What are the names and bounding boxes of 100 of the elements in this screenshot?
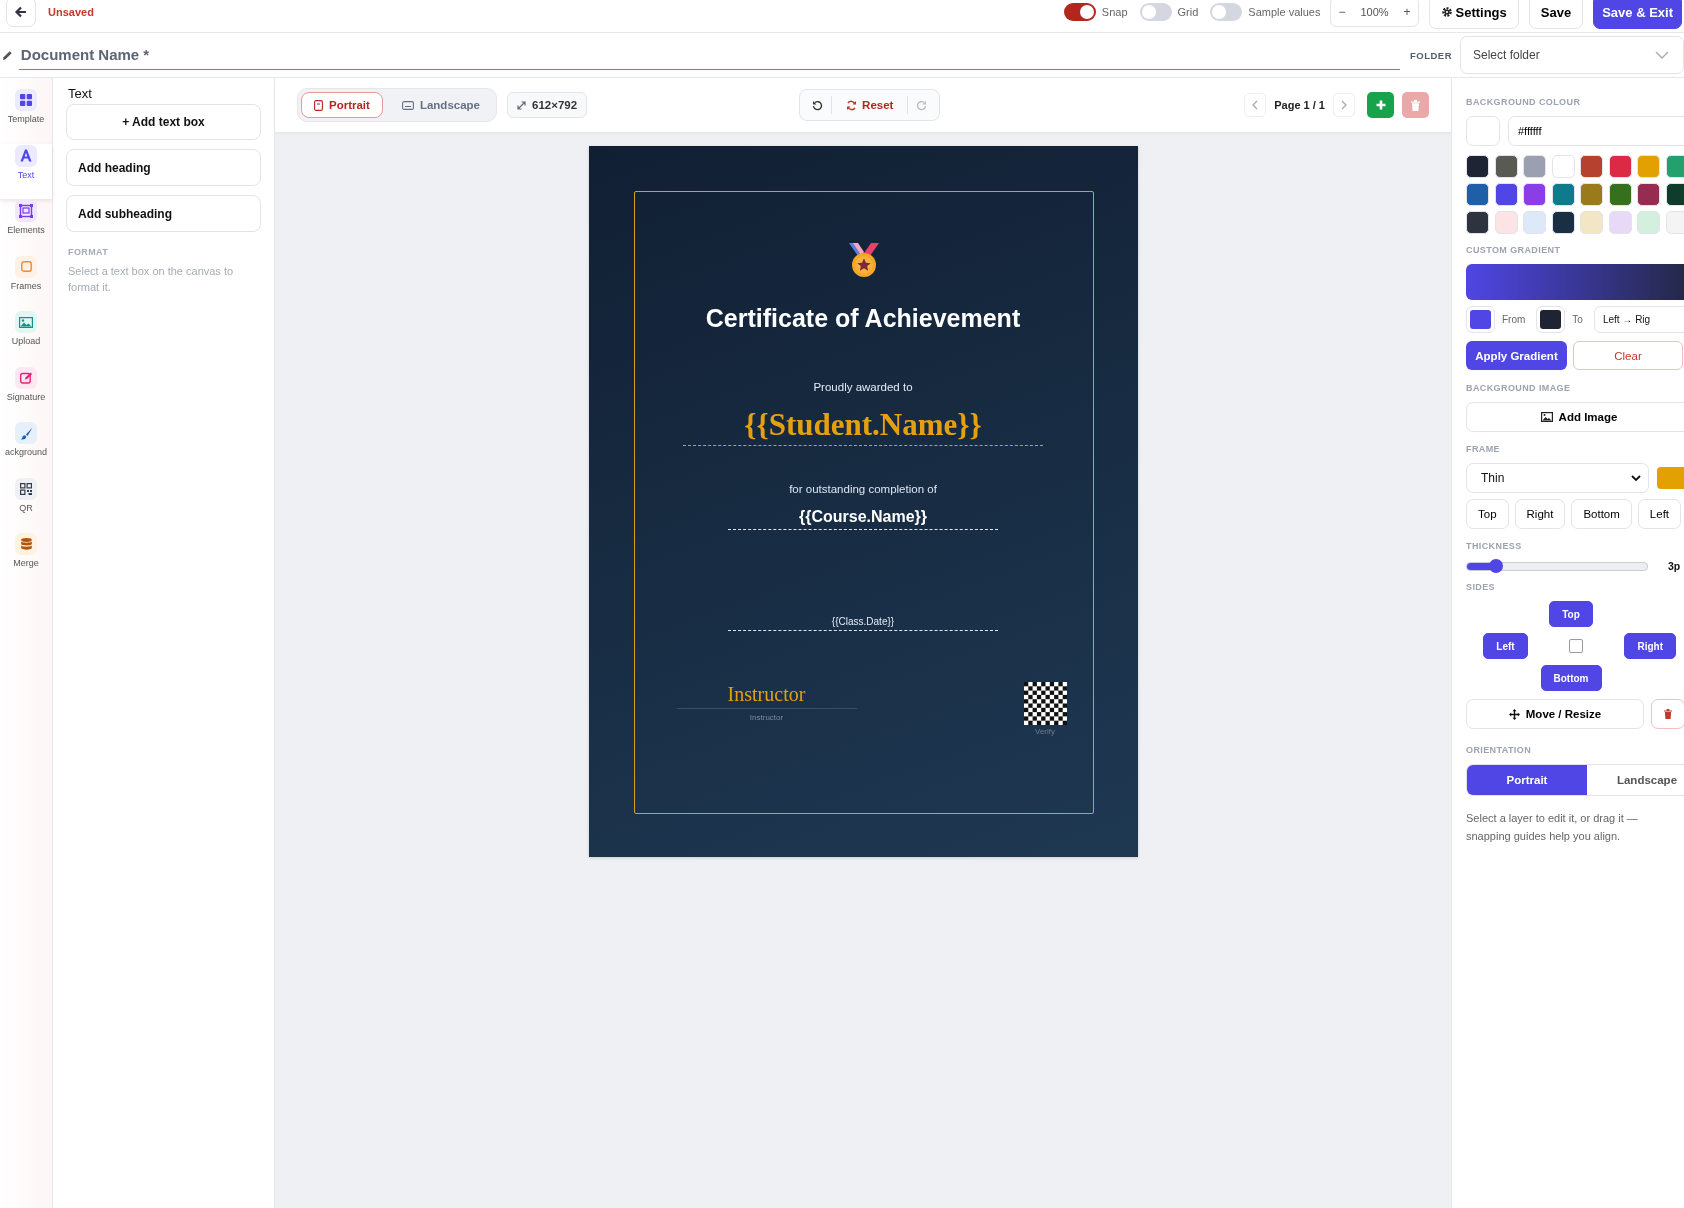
sidebar-tool[interactable]: Text: [0, 143, 52, 199]
edit-icon: [19, 371, 33, 384]
color-swatch[interactable]: [1608, 211, 1632, 234]
color-swatch[interactable]: [1551, 155, 1575, 178]
color-picker[interactable]: [1536, 306, 1566, 333]
color-swatch[interactable]: [1665, 155, 1684, 178]
color-swatch[interactable]: [1523, 183, 1546, 206]
toggle-switch[interactable]: [1063, 3, 1096, 21]
move-resize-button[interactable]: Move / Resize: [1466, 699, 1644, 729]
color-swatch[interactable]: [1637, 183, 1660, 206]
side-toggle[interactable]: Left: [1483, 633, 1528, 659]
section-heading: FRAME: [1466, 444, 1501, 454]
color-swatch[interactable]: [1608, 155, 1632, 178]
course-name-placeholder[interactable]: {{Course.Name}}: [728, 508, 998, 530]
frame-style-select[interactable]: Thin: [1466, 463, 1649, 493]
color-swatch[interactable]: [1466, 183, 1489, 206]
sidebar-tool[interactable]: Frames: [0, 254, 52, 310]
zoom-in-button[interactable]: +: [1400, 5, 1414, 19]
color-swatch[interactable]: [1551, 211, 1575, 234]
direction-select[interactable]: Left → Rig: [1593, 306, 1684, 333]
qr-code[interactable]: [1023, 682, 1067, 725]
checkbox[interactable]: [1569, 639, 1584, 653]
add-text-style-button[interactable]: Add subheading: [66, 195, 261, 232]
sidebar-tool[interactable]: Merge: [0, 532, 52, 588]
page-size-button[interactable]: 612×792: [507, 92, 588, 118]
color-swatch[interactable]: [1523, 155, 1546, 178]
orientation-tab[interactable]: Portrait: [1467, 765, 1587, 795]
settings-button[interactable]: Settings: [1428, 0, 1519, 29]
color-swatch[interactable]: [1608, 183, 1632, 206]
sidebar-tool[interactable]: ackground: [0, 421, 52, 477]
shapes-icon: [19, 204, 33, 218]
side-toggle[interactable]: Top: [1549, 601, 1593, 627]
color-swatch[interactable]: [1494, 155, 1518, 178]
color-swatch[interactable]: [1665, 211, 1684, 234]
redo-icon: [916, 99, 928, 111]
hex-color-field[interactable]: #ffffff: [1508, 116, 1684, 146]
sidebar-tool[interactable]: Signature: [0, 365, 52, 421]
orientation-tab[interactable]: Portrait: [301, 92, 383, 118]
toggle-switch[interactable]: [1139, 3, 1172, 21]
frame-color-picker[interactable]: [1657, 467, 1684, 489]
toggle-label: Sample values: [1248, 6, 1321, 18]
chevron-left-icon: [1252, 100, 1259, 110]
color-preview[interactable]: [1466, 116, 1500, 146]
color-swatch[interactable]: [1580, 211, 1603, 234]
save-button[interactable]: Save: [1528, 0, 1584, 29]
clear-button[interactable]: Clear: [1573, 341, 1683, 370]
side-toggle[interactable]: Right: [1624, 633, 1676, 659]
color-swatch[interactable]: [1637, 155, 1660, 178]
toggle-switch[interactable]: [1210, 3, 1243, 21]
back-button[interactable]: [6, 0, 36, 27]
color-swatch[interactable]: [1466, 211, 1489, 234]
sidebar-tool[interactable]: Upload: [0, 310, 52, 366]
undo-icon: [812, 99, 824, 111]
color-swatch[interactable]: [1551, 183, 1575, 206]
folder-label: FOLDER: [1409, 49, 1452, 61]
orientation-tab[interactable]: Landscape: [388, 92, 493, 118]
student-name-placeholder[interactable]: {{Student.Name}}: [683, 407, 1043, 446]
add-text-style-button[interactable]: Add heading: [66, 149, 261, 186]
delete-button[interactable]: [1651, 699, 1684, 729]
color-swatch[interactable]: [1466, 155, 1489, 178]
chevron-down-icon: [1631, 474, 1641, 482]
add-text-box-button[interactable]: + Add text box: [66, 104, 261, 140]
zoom-out-button[interactable]: −: [1335, 5, 1349, 19]
reset-button[interactable]: Reset: [832, 99, 908, 111]
color-swatch[interactable]: [1665, 183, 1684, 206]
toggle-label: Snap: [1101, 6, 1128, 18]
pencil-icon: [2, 49, 13, 61]
color-swatch[interactable]: [1523, 211, 1546, 234]
page-indicator: Page 1 / 1: [1274, 99, 1325, 111]
color-swatch[interactable]: [1494, 183, 1518, 206]
color-swatch[interactable]: [1637, 211, 1660, 234]
save-and-exit-button[interactable]: Save & Exit: [1593, 0, 1682, 29]
date-placeholder[interactable]: {{Class.Date}}: [728, 616, 998, 631]
add-page-button[interactable]: [1367, 92, 1394, 118]
side-toggle[interactable]: Bottom: [1540, 665, 1602, 691]
signature-text[interactable]: Instructor: [676, 683, 857, 709]
field-label: To: [1572, 314, 1583, 325]
frame-side-button[interactable]: Top: [1466, 499, 1509, 529]
sidebar-tool[interactable]: Template: [0, 88, 52, 144]
color-swatch[interactable]: [1494, 211, 1518, 234]
section-heading: FORMAT: [68, 247, 110, 257]
add-image-button[interactable]: Add Image: [1466, 402, 1684, 432]
folder-select[interactable]: Select folder: [1460, 36, 1684, 74]
color-swatch[interactable]: [1580, 183, 1603, 206]
help-text: Select a layer to edit it, or drag it — snapping guides help you align.: [1466, 811, 1639, 844]
thickness-slider[interactable]: [1466, 561, 1648, 571]
sidebar-tool[interactable]: QR: [0, 476, 52, 532]
letter-a-icon: [20, 149, 32, 162]
frame-side-button[interactable]: Left: [1637, 499, 1682, 529]
sidebar-tool[interactable]: Elements: [0, 199, 52, 255]
frame-side-button[interactable]: Right: [1514, 499, 1566, 529]
color-swatch[interactable]: [1580, 155, 1603, 178]
field-label: From: [1502, 314, 1526, 325]
awarded-label: Proudly awarded to: [812, 381, 914, 393]
frame-side-button[interactable]: Bottom: [1571, 499, 1632, 529]
section-heading: BACKGROUND COLOUR: [1466, 97, 1582, 107]
apply-gradient-button[interactable]: Apply Gradient: [1466, 341, 1567, 370]
slider-thumb[interactable]: [1488, 558, 1503, 573]
back-arrow-icon: [13, 4, 29, 20]
color-picker[interactable]: [1466, 306, 1495, 333]
